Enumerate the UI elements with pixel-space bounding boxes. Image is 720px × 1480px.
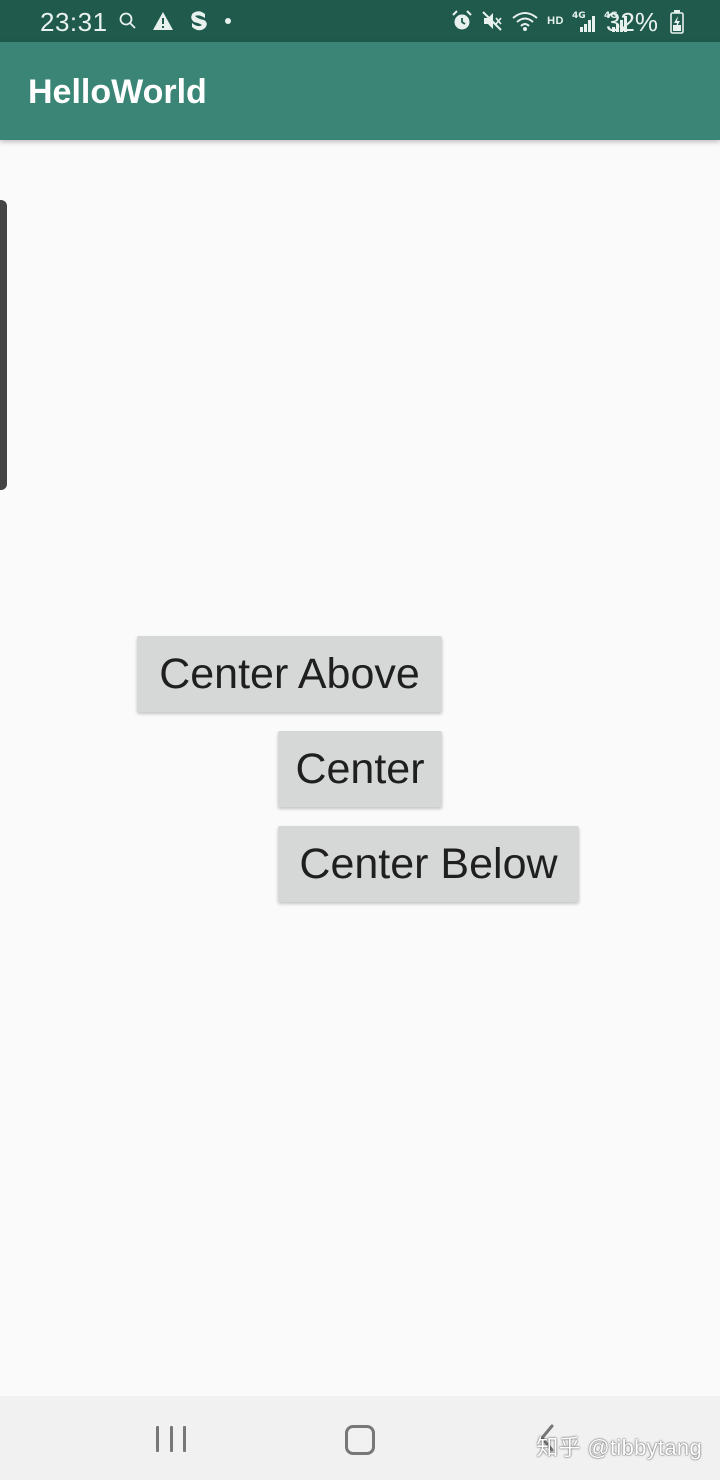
status-time: 23:31 [40, 7, 108, 37]
edge-panel-handle[interactable] [0, 200, 7, 490]
mute-icon [481, 10, 503, 32]
s-app-icon [188, 10, 210, 32]
search-icon [118, 11, 138, 31]
dot-icon [224, 17, 232, 25]
svg-text:4G: 4G [572, 11, 586, 21]
center-above-button[interactable]: Center Above [137, 636, 442, 712]
app-title: HelloWorld [28, 73, 207, 111]
home-icon[interactable] [345, 1425, 375, 1455]
center-below-button[interactable]: Center Below [278, 826, 579, 902]
signal-4g-icon: 4G [572, 9, 596, 33]
center-button[interactable]: Center [278, 731, 442, 807]
wifi-icon [511, 10, 539, 32]
hd-label: HD [547, 15, 564, 27]
warning-icon [152, 11, 174, 31]
watermark: 知乎 @tibbytang [536, 1435, 702, 1460]
alarm-icon [451, 10, 473, 32]
status-bar: 23:31 HD 4G 4G 32% [0, 0, 720, 42]
recents-icon[interactable] [156, 1426, 186, 1452]
app-bar: HelloWorld [0, 42, 720, 140]
status-right-icons: HD 4G 4G [443, 8, 628, 34]
status-left-icons [118, 8, 246, 34]
battery-icon [670, 10, 684, 39]
battery-percent: 32% [605, 7, 658, 37]
app-screen: 23:31 HD 4G 4G 32% HelloWorld Center Abo… [0, 0, 720, 1480]
